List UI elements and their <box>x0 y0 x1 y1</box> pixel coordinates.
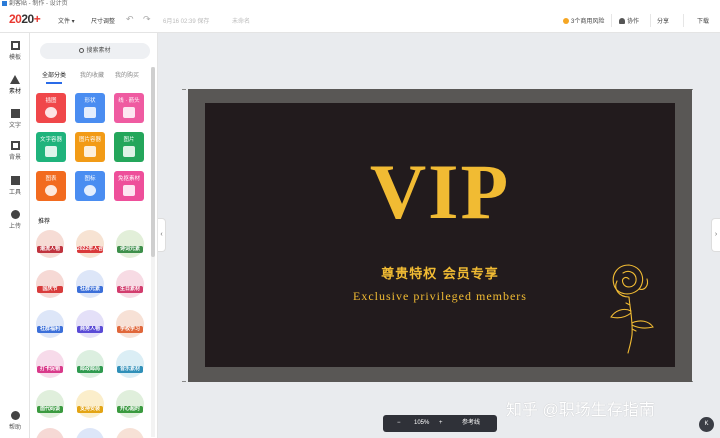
tile-text-container[interactable]: 文字容器 <box>36 132 66 162</box>
help-icon <box>10 411 20 420</box>
sticker-item[interactable]: 打卡促销 <box>36 350 64 378</box>
template-icon <box>10 41 20 50</box>
zoom-level[interactable]: 105% <box>414 415 429 432</box>
divider <box>650 14 651 27</box>
card-title-vip[interactable]: VIP <box>205 153 675 231</box>
user-icon <box>619 18 625 25</box>
pie-chart-icon <box>45 185 57 196</box>
rail-item-help[interactable]: 帮助 <box>0 411 30 431</box>
top-toolbar: 2020+ 文件 ▾ 尺寸调整 ↶ ↷ 6月16 02:39 保存 未命名 3个… <box>0 8 720 33</box>
collapse-panel-button[interactable]: ‹ <box>158 218 166 252</box>
tile-shapes[interactable]: 形状 <box>75 93 105 123</box>
resize-button[interactable]: 尺寸调整 <box>91 16 115 25</box>
rail-item-background[interactable]: 背景 <box>0 141 30 161</box>
image-frame-icon <box>84 146 96 157</box>
background-icon <box>10 141 20 150</box>
zoom-toolbar: − 105% + 参考线 <box>383 415 497 432</box>
share-button[interactable]: 分享 <box>657 16 669 25</box>
smiley-icon <box>84 185 96 196</box>
rail-item-materials[interactable]: 素材 <box>0 75 30 95</box>
tab-my-favorites[interactable]: 我的收藏 <box>80 70 104 79</box>
tile-image-container[interactable]: 图片容器 <box>75 132 105 162</box>
bleed-mark <box>182 381 186 382</box>
divider <box>683 14 684 27</box>
undo-icon[interactable]: ↶ <box>126 14 134 25</box>
rail-item-template[interactable]: 模板 <box>0 41 30 61</box>
search-icon <box>79 47 85 53</box>
file-menu[interactable]: 文件 ▾ <box>58 16 75 25</box>
sticker-item[interactable]: 支持安装 <box>76 390 104 418</box>
rail-item-tools[interactable]: 工具 <box>0 176 30 196</box>
text-icon <box>10 109 20 118</box>
sticker-item[interactable]: 邮政邮局 <box>76 350 104 378</box>
window-titlebar: 創客貼 - 制作 - 设计页 <box>0 0 720 8</box>
zoom-in-button[interactable]: + <box>439 415 443 432</box>
rose-illustration[interactable] <box>599 259 659 355</box>
app-logo[interactable]: 2020+ <box>9 12 41 26</box>
tile-icons[interactable]: 图标 <box>75 171 105 201</box>
divider <box>611 14 612 27</box>
commercial-risk-indicator[interactable]: 3个商用风险 <box>563 16 604 25</box>
design-card[interactable]: VIP 尊贵特权 会员专享 Exclusive privileged membe… <box>205 103 675 367</box>
sticker-item[interactable]: 学校学习 <box>116 310 144 338</box>
sticker-item[interactable]: 音乐素材 <box>116 350 144 378</box>
expand-right-panel-button[interactable]: › <box>711 218 720 252</box>
app-icon <box>2 0 7 6</box>
collaborate-button[interactable]: 协作 <box>619 16 639 25</box>
guides-toggle[interactable]: 参考线 <box>462 415 480 432</box>
rail-item-upload[interactable]: 上传 <box>0 210 30 230</box>
cutout-icon <box>123 185 135 196</box>
chevron-left-icon: ‹ <box>160 231 163 238</box>
sticker-item[interactable]: 社群福利 <box>36 310 64 338</box>
sticker-item[interactable]: 生日素材 <box>116 270 144 298</box>
upload-cloud-icon <box>10 210 20 219</box>
sticker-item[interactable]: 社群元素 <box>76 270 104 298</box>
palette-icon <box>45 107 57 118</box>
section-title-recommended: 推荐 <box>38 219 51 225</box>
tile-illustration[interactable]: 插图 <box>36 93 66 123</box>
search-materials-button[interactable]: 搜索素材 <box>40 43 150 59</box>
toolbox-icon <box>10 176 20 185</box>
chat-bubble-icon <box>45 146 57 157</box>
panel-scrollbar-thumb[interactable] <box>151 67 155 257</box>
sticker-item[interactable]: 国庆节 <box>36 270 64 298</box>
bleed-mark <box>182 89 186 90</box>
left-icon-rail: 模板 素材 文字 背景 工具 上传 帮助 <box>0 33 30 438</box>
arrow-icon <box>123 107 135 118</box>
watermark-text: 知乎 @职场生存指南 <box>506 402 655 419</box>
tile-cutout[interactable]: 免抠素材 <box>114 171 144 201</box>
panel-tabs: 全部分类 我的收藏 我的购买 <box>38 70 154 84</box>
sticker-item[interactable]: 面代码谈 <box>36 390 64 418</box>
tile-lines-arrows[interactable]: 线 · 箭头 <box>114 93 144 123</box>
download-button[interactable]: 下载 <box>697 16 709 25</box>
shapes-icon <box>10 75 20 84</box>
sticker-item[interactable] <box>116 428 144 438</box>
shortcut-button[interactable]: K <box>699 417 714 432</box>
rail-item-text[interactable]: 文字 <box>0 109 30 129</box>
sticker-item[interactable]: 诗词元素 <box>116 230 144 258</box>
sticker-item[interactable]: 开心超时 <box>116 390 144 418</box>
window-title: 創客貼 - 制作 - 设计页 <box>9 1 68 7</box>
tab-all-categories[interactable]: 全部分类 <box>42 70 66 84</box>
materials-panel: 搜索素材 全部分类 我的收藏 我的购买 插图 形状 线 · 箭头 文字容器 图片… <box>30 33 158 438</box>
image-icon <box>123 146 135 157</box>
shapes-icon <box>84 107 96 118</box>
sticker-item[interactable]: 潮流人物 <box>36 230 64 258</box>
chevron-right-icon: › <box>714 231 718 238</box>
redo-icon[interactable]: ↷ <box>143 14 151 25</box>
tab-my-purchases[interactable]: 我的购买 <box>115 70 139 79</box>
document-name[interactable]: 未命名 <box>232 16 250 25</box>
sticker-item[interactable] <box>36 428 64 438</box>
save-status: 6月16 02:39 保存 <box>163 19 210 25</box>
sticker-item[interactable]: 2022年人合 <box>76 230 104 258</box>
tile-charts[interactable]: 图表 <box>36 171 66 201</box>
sticker-item[interactable] <box>76 428 104 438</box>
warning-icon <box>563 18 569 25</box>
sticker-item[interactable]: 商务人物 <box>76 310 104 338</box>
zoom-out-button[interactable]: − <box>397 415 401 432</box>
tile-images[interactable]: 图片 <box>114 132 144 162</box>
